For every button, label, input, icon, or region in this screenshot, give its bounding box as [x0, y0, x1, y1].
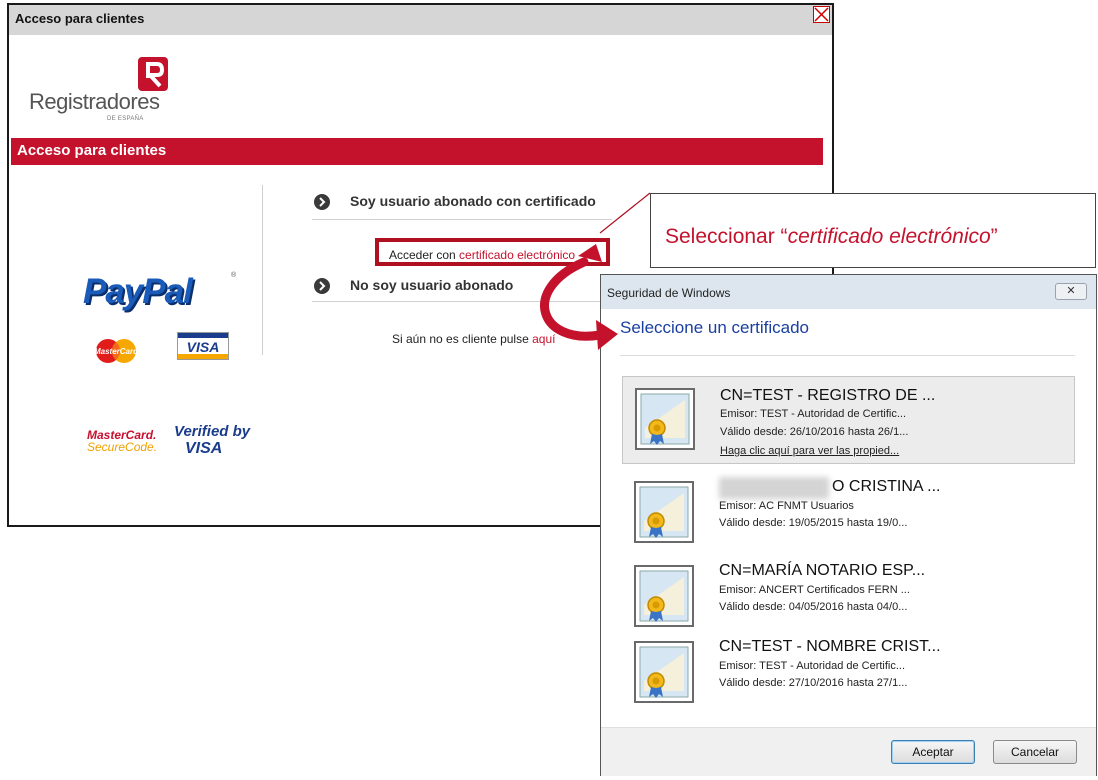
option-label: Soy usuario abonado con certificado	[350, 193, 596, 209]
certificate-access-highlight: Acceder con certificado electrónico	[375, 238, 610, 266]
dialog-footer: Aceptar Cancelar	[601, 727, 1096, 776]
certificate-validity: Válido desde: 26/10/2016 hasta 26/1...	[720, 426, 909, 438]
certificate-issuer: Emisor: TEST - Autoridad de Certific...	[719, 660, 906, 672]
dialog-titlebar: Acceso para clientes	[9, 5, 832, 35]
select-certificate-heading: Seleccione un certificado	[620, 318, 810, 337]
registradores-logo: Registradores DE ESPAÑA	[29, 57, 179, 127]
mastercard-securecode-subtitle: SecureCode.	[87, 440, 158, 454]
certificate-issuer: Emisor: TEST - Autoridad de Certific...	[720, 408, 907, 420]
certificate-icon	[634, 641, 694, 703]
certificate-title: CN=MARÍA NOTARIO ESP...	[719, 562, 926, 579]
close-button[interactable]: ✕	[1055, 283, 1087, 300]
divider	[620, 355, 1075, 356]
certificate-icon	[634, 565, 694, 627]
certificate-item[interactable]: CN=TEST - NOMBRE CRIST... Emisor: TEST -…	[622, 630, 1075, 718]
chevron-right-icon	[314, 278, 330, 294]
redacted-name	[719, 477, 829, 499]
certificate-validity: Válido desde: 19/05/2015 hasta 19/0...	[719, 517, 908, 529]
chevron-right-icon	[314, 194, 330, 210]
accept-button[interactable]: Aceptar	[891, 740, 975, 764]
windows-security-dialog: Seguridad de Windows ✕ Seleccione un cer…	[600, 274, 1097, 776]
certificate-validity: Válido desde: 27/10/2016 hasta 27/1...	[719, 677, 908, 689]
brand-name: Registradores	[29, 89, 160, 114]
registered-mark: ®	[231, 272, 237, 279]
certificate-item[interactable]: CN=MARÍA NOTARIO ESP... Emisor: ANCERT C…	[622, 554, 1075, 642]
svg-text:MasterCard: MasterCard	[94, 347, 139, 356]
certificate-properties-link[interactable]: Haga clic aquí para ver las propied...	[720, 445, 899, 457]
certificate-validity: Válido desde: 04/05/2016 hasta 04/0...	[719, 601, 908, 613]
close-icon[interactable]	[813, 6, 830, 23]
cancel-button[interactable]: Cancelar	[993, 740, 1077, 764]
brand-subtitle: DE ESPAÑA	[107, 116, 144, 122]
certificate-item[interactable]: CN=TEST - REGISTRO DE ... Emisor: TEST -…	[622, 376, 1075, 464]
certificate-issuer: Emisor: ANCERT Certificados FERN ...	[719, 584, 910, 596]
section-header: Acceso para clientes	[11, 138, 823, 165]
paypal-logo: PayPal	[83, 272, 193, 311]
callout-text: Seleccionar “certificado electrónico”	[665, 225, 998, 248]
verified-by-visa-logo: Verified by	[174, 423, 251, 440]
certificate-title: CN=TEST - NOMBRE CRIST...	[719, 638, 941, 655]
certificate-icon	[635, 388, 695, 450]
certificate-item[interactable]: O CRISTINA ... Emisor: AC FNMT Usuarios …	[622, 470, 1075, 558]
certificate-icon	[634, 481, 694, 543]
verified-by-visa-text: VISA	[185, 440, 223, 457]
certificate-link[interactable]: certificado electrónico	[459, 248, 575, 262]
signup-text: Si aún no es cliente pulse aquí	[392, 332, 556, 346]
certificate-title: O CRISTINA ...	[832, 478, 941, 495]
column-divider	[262, 185, 263, 355]
option-label: No soy usuario abonado	[350, 277, 514, 293]
certificate-title: CN=TEST - REGISTRO DE ...	[720, 387, 936, 404]
visa-logo: VISA	[177, 332, 229, 360]
divider	[312, 219, 612, 220]
instruction-callout: Seleccionar “certificado electrónico”	[650, 193, 1096, 268]
windows-titlebar: Seguridad de Windows ✕	[601, 275, 1096, 309]
certificate-access-link[interactable]: Acceder con certificado electrónico	[389, 248, 575, 262]
windows-title: Seguridad de Windows	[607, 286, 731, 300]
certificate-issuer: Emisor: AC FNMT Usuarios	[719, 500, 854, 512]
divider	[312, 301, 612, 302]
close-icon: ✕	[1066, 285, 1076, 297]
section-title: Acceso para clientes	[17, 142, 167, 159]
mastercard-logo: MasterCard	[94, 339, 139, 363]
dialog-title: Acceso para clientes	[15, 11, 145, 26]
signup-link[interactable]: aquí	[532, 332, 555, 346]
